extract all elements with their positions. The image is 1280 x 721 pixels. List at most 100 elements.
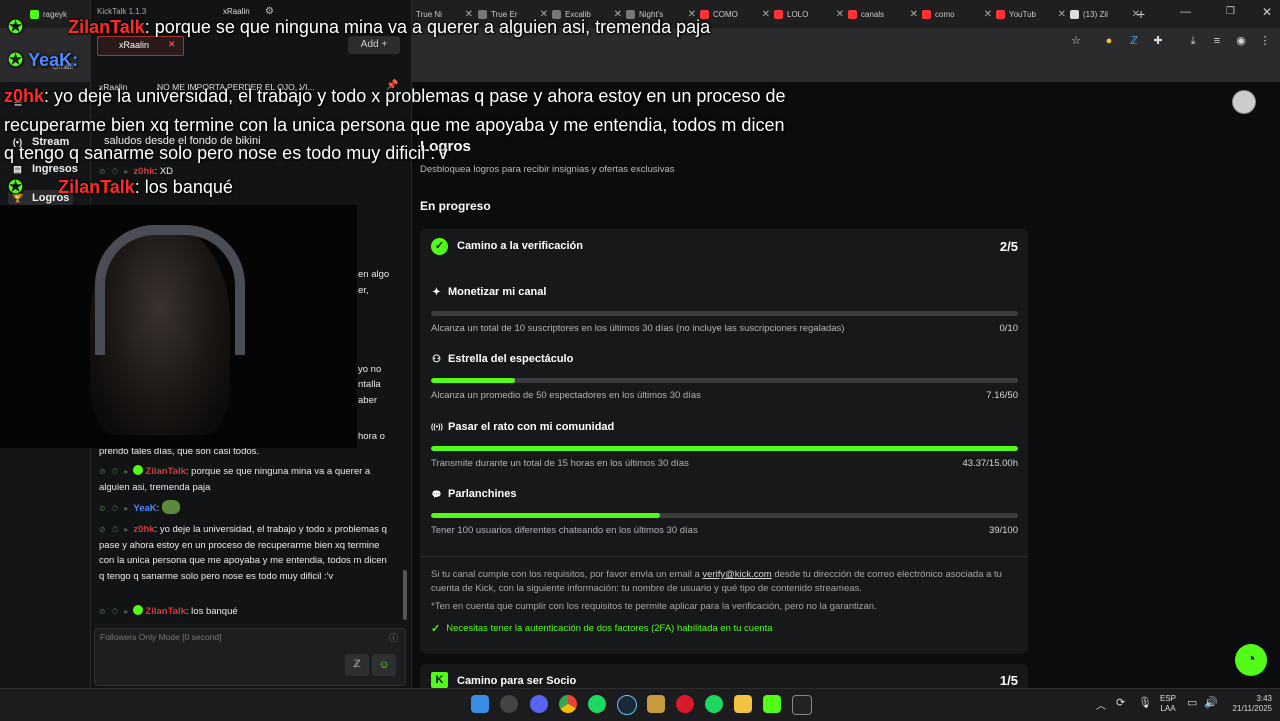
chat-bubble-icon: 💬	[431, 489, 442, 499]
download-icon[interactable]: ⤓	[1186, 34, 1200, 48]
overlay-line-5: ✪ ZilanTalk: los banqué	[8, 177, 233, 197]
mod-actions[interactable]: ⊘ ⏱ ▸	[99, 467, 130, 476]
opera-icon[interactable]	[676, 695, 694, 713]
browser-tab[interactable]: LOLO ✕	[774, 3, 844, 25]
email-link[interactable]: verify@kick.com	[702, 569, 771, 580]
webcam-feed	[0, 205, 357, 448]
extension-icon[interactable]: ●	[1102, 34, 1116, 48]
task-description: Transmite durante un total de 15 horas e…	[431, 458, 689, 469]
mod-actions[interactable]: ⊘ ⏱ ▸	[99, 504, 130, 513]
browser-tab[interactable]: COMO ✕	[700, 3, 770, 25]
verified-badge-icon	[133, 605, 144, 615]
language-indicator[interactable]: ESP LAA	[1160, 694, 1176, 714]
people-icon: ⚇	[432, 353, 441, 365]
steam-icon[interactable]	[617, 695, 637, 715]
task-title: Monetizar mi canal	[448, 286, 547, 298]
spotify-icon[interactable]	[705, 695, 723, 713]
tab-favicon-icon	[922, 9, 931, 19]
windows-taskbar	[0, 688, 1280, 721]
chat-text: XD	[159, 166, 174, 177]
mod-actions[interactable]: ⊘ ⏱ ▸	[99, 525, 130, 534]
app-icon[interactable]	[647, 695, 665, 713]
menu-icon[interactable]: ⋮	[1258, 34, 1272, 48]
reading-list-icon[interactable]: ≡	[1210, 34, 1224, 48]
close-window-button[interactable]: ✕	[1262, 5, 1272, 19]
chat-username[interactable]: z0hk	[133, 166, 154, 177]
chat-message: ⊘ ⏱ ▸ ZilanTalk: los banqué	[99, 605, 238, 617]
help-chat-button[interactable]: ◔	[1235, 644, 1267, 676]
check-icon: ✓	[431, 623, 441, 635]
close-tab-icon[interactable]: ✕	[984, 9, 992, 20]
overlay-line-4: q tengo q sanarme solo pero nose es todo…	[4, 143, 448, 163]
translate-icon[interactable]: ℤ	[1127, 34, 1141, 48]
spotify-icon[interactable]	[588, 695, 606, 713]
tray-network-icon[interactable]: ▭	[1187, 696, 1197, 709]
mod-actions[interactable]: ⊘ ⏱ ▸	[99, 167, 130, 176]
new-tab-button[interactable]: +	[1137, 6, 1145, 22]
sidebar-item-ingresos[interactable]: ▤ Ingresos	[12, 163, 78, 175]
info-icon[interactable]: ⓘ	[389, 631, 398, 644]
close-tab-icon[interactable]: ✕	[762, 9, 770, 20]
sidebar-item-label: Ingresos	[32, 163, 78, 175]
profile-icon[interactable]: ◉	[1234, 34, 1248, 48]
settings-icon[interactable]: ⚙	[265, 6, 274, 17]
browser-tab[interactable]: (13) Zil ✕	[1070, 3, 1140, 25]
emoji-icon[interactable]: ☺	[372, 654, 396, 676]
chat-username[interactable]: YeaK	[133, 503, 156, 514]
overlay-yeak: ✪ YeaK:	[8, 50, 79, 70]
overlay-nick: ZilanTalk	[68, 17, 145, 37]
minimize-button[interactable]: —	[1180, 6, 1191, 18]
emote-icon	[161, 500, 180, 514]
mod-actions[interactable]: ⊘ ⏱ ▸	[99, 607, 130, 616]
tab-label: YouTub	[1009, 9, 1036, 19]
chat-scrollbar[interactable]	[403, 570, 407, 620]
tab-label: (13) Zil	[1083, 9, 1108, 19]
discord-icon[interactable]	[530, 695, 548, 713]
close-tab-icon[interactable]: ✕	[1058, 9, 1066, 20]
chat-fragment: yo no	[358, 364, 382, 375]
epic-icon[interactable]	[792, 695, 812, 715]
app-icon[interactable]	[500, 695, 518, 713]
card-title: Camino para ser Socio	[457, 675, 577, 687]
folder-icon[interactable]	[734, 695, 752, 713]
chat-username[interactable]: ZilanTalk	[145, 606, 185, 617]
tab-favicon-icon	[996, 9, 1005, 19]
chat-username[interactable]: z0hk	[133, 524, 154, 535]
tab-favicon-icon	[1070, 9, 1079, 19]
tray-chevron-icon[interactable]: ︿	[1096, 697, 1106, 712]
tray-mic-icon[interactable]: 🎙	[1138, 696, 1152, 709]
headphones-icon	[95, 225, 245, 355]
overlay-text: : porque se que ninguna mina va a querer…	[144, 17, 711, 37]
star-icon[interactable]: ☆	[1069, 34, 1083, 48]
start-icon[interactable]	[471, 695, 489, 713]
kick-icon[interactable]	[763, 695, 781, 713]
close-tab-icon[interactable]: ✕	[910, 9, 918, 20]
browser-tab[interactable]: canals ✕	[848, 3, 918, 25]
emote-picker-icon[interactable]: ℤ	[345, 654, 369, 676]
close-tab-icon[interactable]: ✕	[168, 39, 176, 50]
tray-sync-icon[interactable]: ⟳	[1116, 696, 1125, 709]
overlay-line-3: recuperarme bien xq termine con la unica…	[4, 115, 785, 135]
browser-tab[interactable]: YouTub ✕	[996, 3, 1066, 25]
info-text: Si tu canal cumple con los requisitos, p…	[431, 569, 703, 580]
add-channel-button[interactable]: Add +	[348, 36, 400, 54]
chat-text: los banqué	[191, 606, 238, 617]
wallet-icon: ▤	[13, 163, 22, 174]
user-avatar[interactable]	[1232, 90, 1256, 114]
close-tab-icon[interactable]: ✕	[836, 9, 844, 20]
tab-label: como	[935, 9, 955, 19]
chat-username[interactable]: ZilanTalk	[145, 466, 185, 477]
chat-input-placeholder: Followers Only Mode [0 second]	[100, 632, 222, 642]
puzzle-icon[interactable]: ✚	[1151, 34, 1165, 48]
browser-tab[interactable]: como ✕	[922, 3, 992, 25]
maximize-button[interactable]: ❐	[1226, 6, 1235, 17]
clock-date: 21/11/2025	[1232, 704, 1272, 713]
chrome-icon[interactable]	[559, 695, 577, 713]
tray-volume-icon[interactable]: 🔊	[1204, 696, 1218, 709]
task-value: 7.16/50	[986, 390, 1018, 401]
progress-fill	[431, 378, 515, 383]
chat-tab-label[interactable]: xRaalin	[223, 7, 250, 16]
clock[interactable]: 3:43 21/11/2025	[1222, 694, 1272, 714]
overlay-nick: YeaK:	[28, 50, 79, 70]
progress-bar	[431, 513, 1018, 518]
